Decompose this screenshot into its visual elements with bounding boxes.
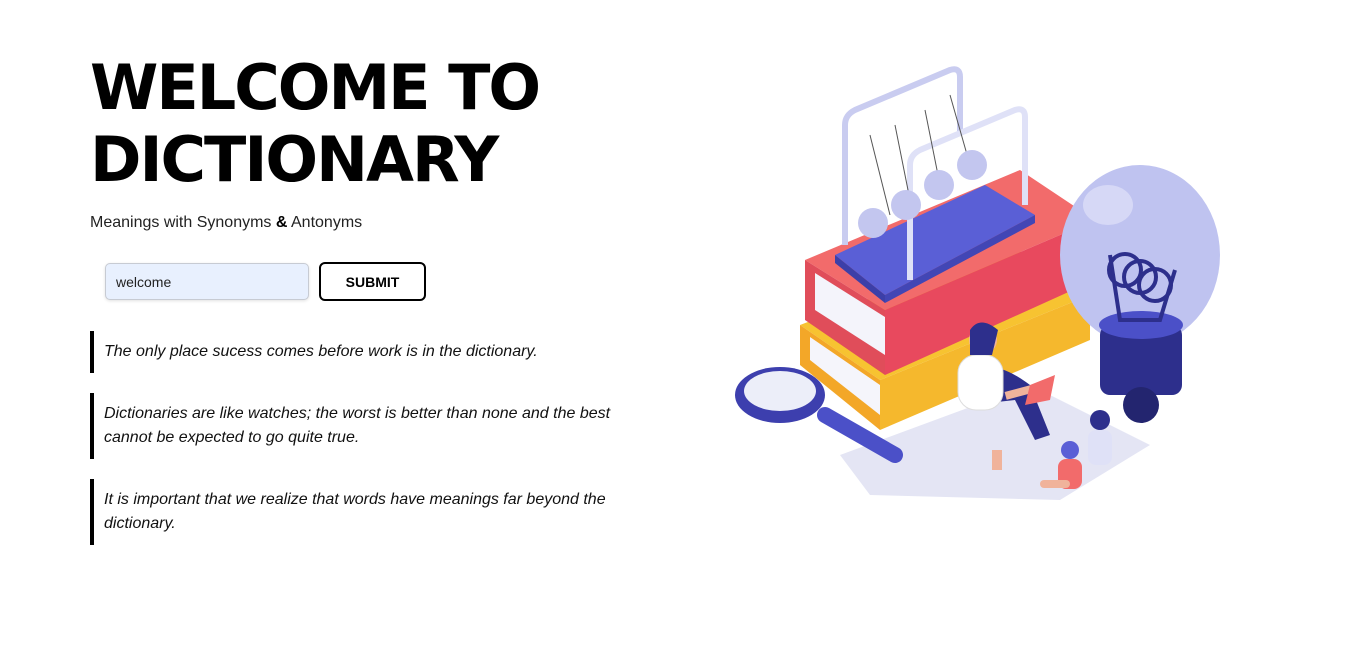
- quote-item: Dictionaries are like watches; the worst…: [90, 393, 650, 459]
- submit-button[interactable]: SUBMIT: [319, 262, 426, 301]
- quote-item: It is important that we realize that wor…: [90, 479, 650, 545]
- title-line-2: DICTIONARY: [90, 123, 499, 196]
- quote-item: The only place sucess comes before work …: [90, 331, 650, 373]
- subtitle-ampersand: &: [275, 214, 288, 231]
- title-line-1: WELCOME TO: [90, 51, 541, 124]
- dictionary-illustration: [735, 66, 1220, 500]
- page-title: WELCOME TO DICTIONARY: [90, 52, 670, 196]
- hero-section: WELCOME TO DICTIONARY Meanings with Syno…: [90, 52, 670, 565]
- search-form: SUBMIT: [105, 262, 670, 301]
- subtitle-part-2: Antonyms: [291, 214, 363, 231]
- subtitle-part-1: Meanings with Synonyms: [90, 214, 272, 231]
- subtitle: Meanings with Synonyms & Antonyms: [90, 214, 670, 232]
- search-input[interactable]: [105, 263, 309, 300]
- lightbulb-icon: [1060, 165, 1220, 423]
- quotes-list: The only place sucess comes before work …: [90, 331, 670, 545]
